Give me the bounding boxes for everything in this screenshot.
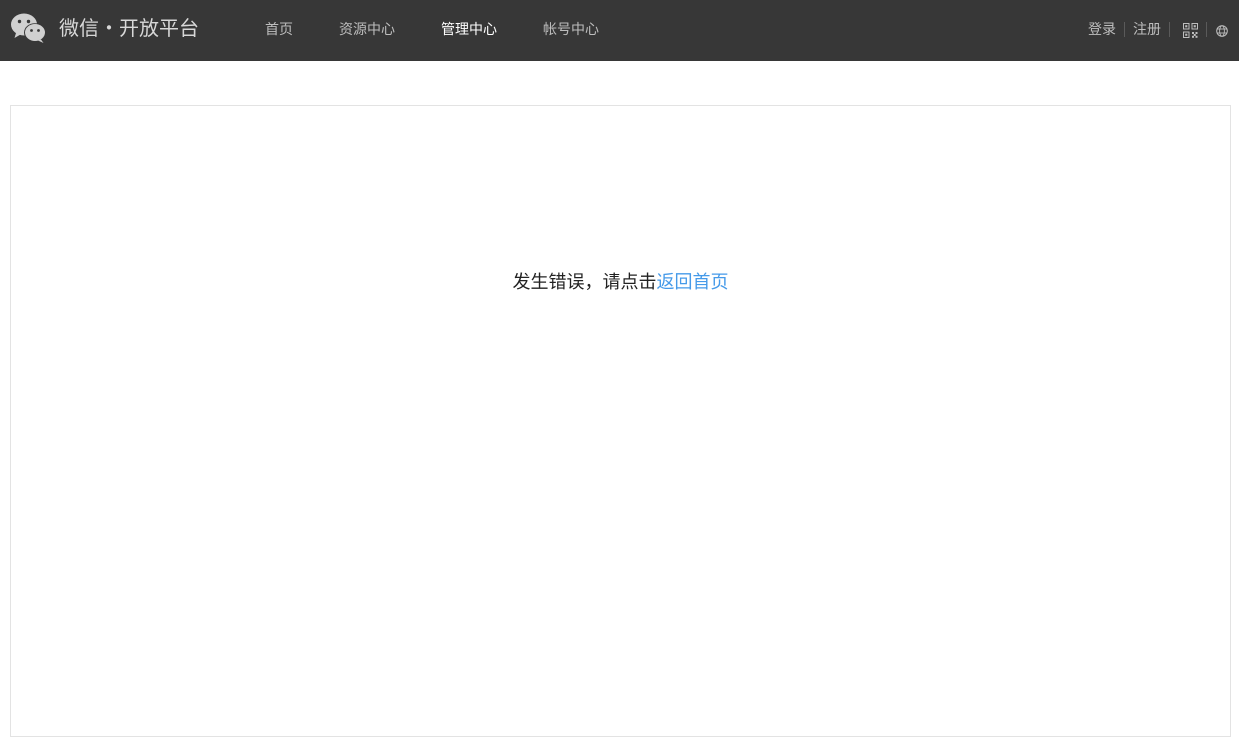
divider	[1169, 22, 1170, 37]
nav-item-home[interactable]: 首页	[265, 20, 293, 40]
divider	[1124, 22, 1125, 37]
register-link[interactable]: 注册	[1133, 20, 1161, 40]
nav-item-resource-center[interactable]: 资源中心	[339, 20, 395, 40]
content-panel: 发生错误，请点击返回首页	[10, 105, 1231, 737]
return-home-link[interactable]: 返回首页	[657, 272, 729, 293]
divider	[1206, 22, 1207, 37]
nav-item-account-center[interactable]: 帐号中心	[543, 20, 599, 40]
error-message: 发生错误，请点击返回首页	[11, 272, 1230, 294]
globe-icon[interactable]	[1216, 25, 1228, 37]
error-text: 发生错误，请点击	[512, 272, 657, 293]
login-link[interactable]: 登录	[1088, 20, 1116, 40]
brand-title[interactable]: 微信・开放平台	[59, 15, 199, 41]
nav-item-management-center[interactable]: 管理中心	[441, 20, 497, 40]
wechat-logo-icon[interactable]	[10, 12, 47, 44]
top-navigation-bar: 微信・开放平台 首页 资源中心 管理中心 帐号中心 登录 注册	[0, 0, 1239, 61]
qr-code-icon[interactable]	[1183, 23, 1198, 38]
